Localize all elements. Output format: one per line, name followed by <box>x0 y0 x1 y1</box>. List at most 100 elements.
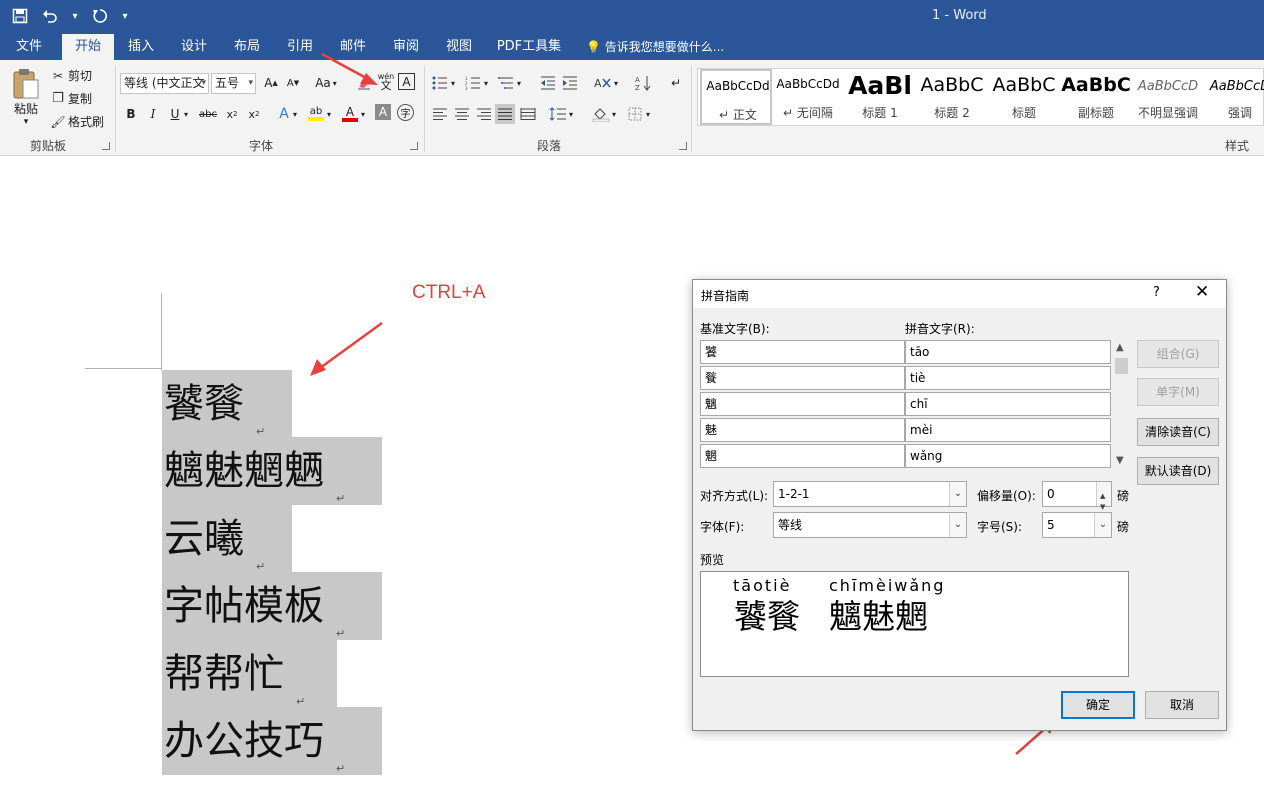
tab-home[interactable]: 开始 <box>62 34 114 60</box>
base-text-field[interactable]: 餮 <box>700 366 905 390</box>
font-color-icon[interactable]: A <box>340 104 360 124</box>
style-emphasis[interactable]: AaBbCcD 强调 <box>1204 69 1264 125</box>
align-center-icon[interactable] <box>452 104 472 124</box>
document-line[interactable]: 饕餮↵ <box>162 370 292 438</box>
font-size-combo[interactable]: 五号 ▾ <box>211 73 256 94</box>
font-name-combo[interactable]: 等线 (中文正文 ▾ <box>120 73 209 94</box>
rows-scrollbar[interactable]: ▲ ▼ <box>1113 340 1130 470</box>
document-line[interactable]: 办公技巧 ↵ <box>162 707 382 775</box>
decrease-indent-icon[interactable] <box>538 73 558 93</box>
document-line[interactable]: 魑魅魍魉 ↵ <box>162 437 382 505</box>
highlight-dropdown-icon[interactable]: ▾ <box>324 104 334 124</box>
base-text-field[interactable]: 饕 <box>700 340 905 364</box>
base-text-field[interactable]: 魅 <box>700 418 905 442</box>
tab-insert[interactable]: 插入 <box>120 34 162 60</box>
shading-dropdown-icon[interactable]: ▾ <box>609 104 619 124</box>
cut-button[interactable]: ✂ 剪切 <box>50 67 92 84</box>
pinyin-text-field[interactable]: tāo <box>905 340 1111 364</box>
undo-dropdown-icon[interactable]: ▾ <box>68 4 82 28</box>
pinyin-text-field[interactable]: chī <box>905 392 1111 416</box>
document-line[interactable]: 帮帮忙↵ <box>162 640 337 708</box>
tab-view[interactable]: 视图 <box>438 34 480 60</box>
style-subtle-emphasis[interactable]: AaBbCcD 不明显强调 <box>1132 69 1204 125</box>
base-text-field[interactable]: 魑 <box>700 392 905 416</box>
paragraph-launcher-icon[interactable] <box>679 142 687 150</box>
bold-icon[interactable]: B <box>121 104 141 124</box>
undo-icon[interactable] <box>38 4 62 28</box>
pinyin-text-field[interactable]: mèi <box>905 418 1111 442</box>
show-formatting-icon[interactable]: ↵ <box>666 73 686 93</box>
document-line[interactable]: 云曦↵ <box>162 505 292 573</box>
size-select[interactable]: 5 ⌄ <box>1042 512 1112 538</box>
numbering-dropdown-icon[interactable]: ▾ <box>481 73 491 93</box>
redo-icon[interactable] <box>88 4 112 28</box>
style-subtitle[interactable]: AaBbC 副标题 <box>1060 69 1132 125</box>
chinese-layout-dropdown-icon[interactable]: ▾ <box>611 73 621 93</box>
alignment-select[interactable]: 1-2-1 ⌄ <box>773 481 967 507</box>
superscript-icon[interactable]: x2 <box>244 104 264 124</box>
clear-formatting-icon[interactable] <box>354 73 374 93</box>
style-no-spacing[interactable]: AaBbCcDd ↵ 无间隔 <box>772 69 844 125</box>
group-button[interactable]: 组合(G) <box>1137 340 1219 368</box>
italic-icon[interactable]: I <box>143 104 163 124</box>
default-ruby-button[interactable]: 默认读音(D) <box>1137 457 1219 485</box>
ok-button[interactable]: 确定 <box>1061 691 1135 719</box>
chinese-layout-icon[interactable]: A <box>593 73 613 93</box>
numbering-icon[interactable]: 123 <box>463 73 483 93</box>
pinyin-text-field[interactable]: tiè <box>905 366 1111 390</box>
distributed-icon[interactable] <box>518 104 538 124</box>
change-case-button[interactable]: Aa ▾ <box>311 73 341 93</box>
shrink-font-icon[interactable]: A ▼ <box>283 73 303 93</box>
character-shading-icon[interactable]: A <box>375 104 391 120</box>
offset-spinner[interactable]: 0 ▲ ▼ <box>1042 481 1112 511</box>
paste-button[interactable]: 粘贴 ▾ <box>10 68 42 134</box>
document-line[interactable]: 字帖模板 ↵ <box>162 572 382 640</box>
tab-layout[interactable]: 布局 <box>226 34 268 60</box>
tab-file[interactable]: 文件 <box>6 34 52 60</box>
highlight-icon[interactable]: ab <box>306 104 326 124</box>
close-icon[interactable]: ✕ <box>1195 282 1209 302</box>
tell-me-box[interactable]: 💡 告诉我您想要做什么... <box>586 34 724 60</box>
customize-icon[interactable]: ▾ <box>118 4 132 28</box>
style-heading-1[interactable]: AaBl 标题 1 <box>844 69 916 125</box>
scroll-up-icon[interactable]: ▲ <box>1116 342 1124 353</box>
line-spacing-icon[interactable] <box>548 104 568 124</box>
clear-ruby-button[interactable]: 清除读音(C) <box>1137 418 1219 446</box>
scroll-down-icon[interactable]: ▼ <box>1116 455 1124 466</box>
align-left-icon[interactable] <box>430 104 450 124</box>
tab-pdf-tools[interactable]: PDF工具集 <box>494 34 564 60</box>
subscript-icon[interactable]: x2 <box>222 104 242 124</box>
enclose-character-icon[interactable]: 字 <box>397 104 414 121</box>
multilevel-dropdown-icon[interactable]: ▾ <box>514 73 524 93</box>
tab-review[interactable]: 审阅 <box>385 34 427 60</box>
justify-icon[interactable] <box>495 104 515 124</box>
tab-design[interactable]: 设计 <box>173 34 215 60</box>
tab-references[interactable]: 引用 <box>279 34 321 60</box>
mono-ruby-button[interactable]: 单字(M) <box>1137 378 1219 406</box>
multilevel-list-icon[interactable] <box>496 73 516 93</box>
line-spacing-dropdown-icon[interactable]: ▾ <box>566 104 576 124</box>
character-border-button[interactable]: A <box>398 73 415 90</box>
font-select[interactable]: 等线 ⌄ <box>773 512 967 538</box>
base-text-field[interactable]: 魍 <box>700 444 905 468</box>
grow-font-icon[interactable]: A ▲ <box>261 73 281 93</box>
borders-icon[interactable] <box>625 104 645 124</box>
shading-icon[interactable] <box>591 104 611 124</box>
copy-button[interactable]: ❐ 复制 <box>50 90 92 107</box>
align-right-icon[interactable] <box>474 104 494 124</box>
text-effects-dropdown-icon[interactable]: ▾ <box>290 104 300 124</box>
font-launcher-icon[interactable] <box>410 142 418 150</box>
tab-mailings[interactable]: 邮件 <box>332 34 374 60</box>
help-button[interactable]: ? <box>1153 285 1160 300</box>
clipboard-launcher-icon[interactable] <box>102 142 110 150</box>
save-icon[interactable] <box>8 4 32 28</box>
increase-indent-icon[interactable] <box>560 73 580 93</box>
underline-dropdown-icon[interactable]: ▾ <box>181 104 191 124</box>
style-heading-2[interactable]: AaBbC 标题 2 <box>916 69 988 125</box>
cancel-button[interactable]: 取消 <box>1145 691 1219 719</box>
strikethrough-icon[interactable]: abc <box>198 104 218 124</box>
style-title[interactable]: AaBbC 标题 <box>988 69 1060 125</box>
style-normal[interactable]: AaBbCcDd ↵ 正文 <box>700 69 772 125</box>
spinner-buttons[interactable]: ▲ ▼ <box>1096 482 1111 511</box>
pinyin-text-field[interactable]: wǎng <box>905 444 1111 468</box>
